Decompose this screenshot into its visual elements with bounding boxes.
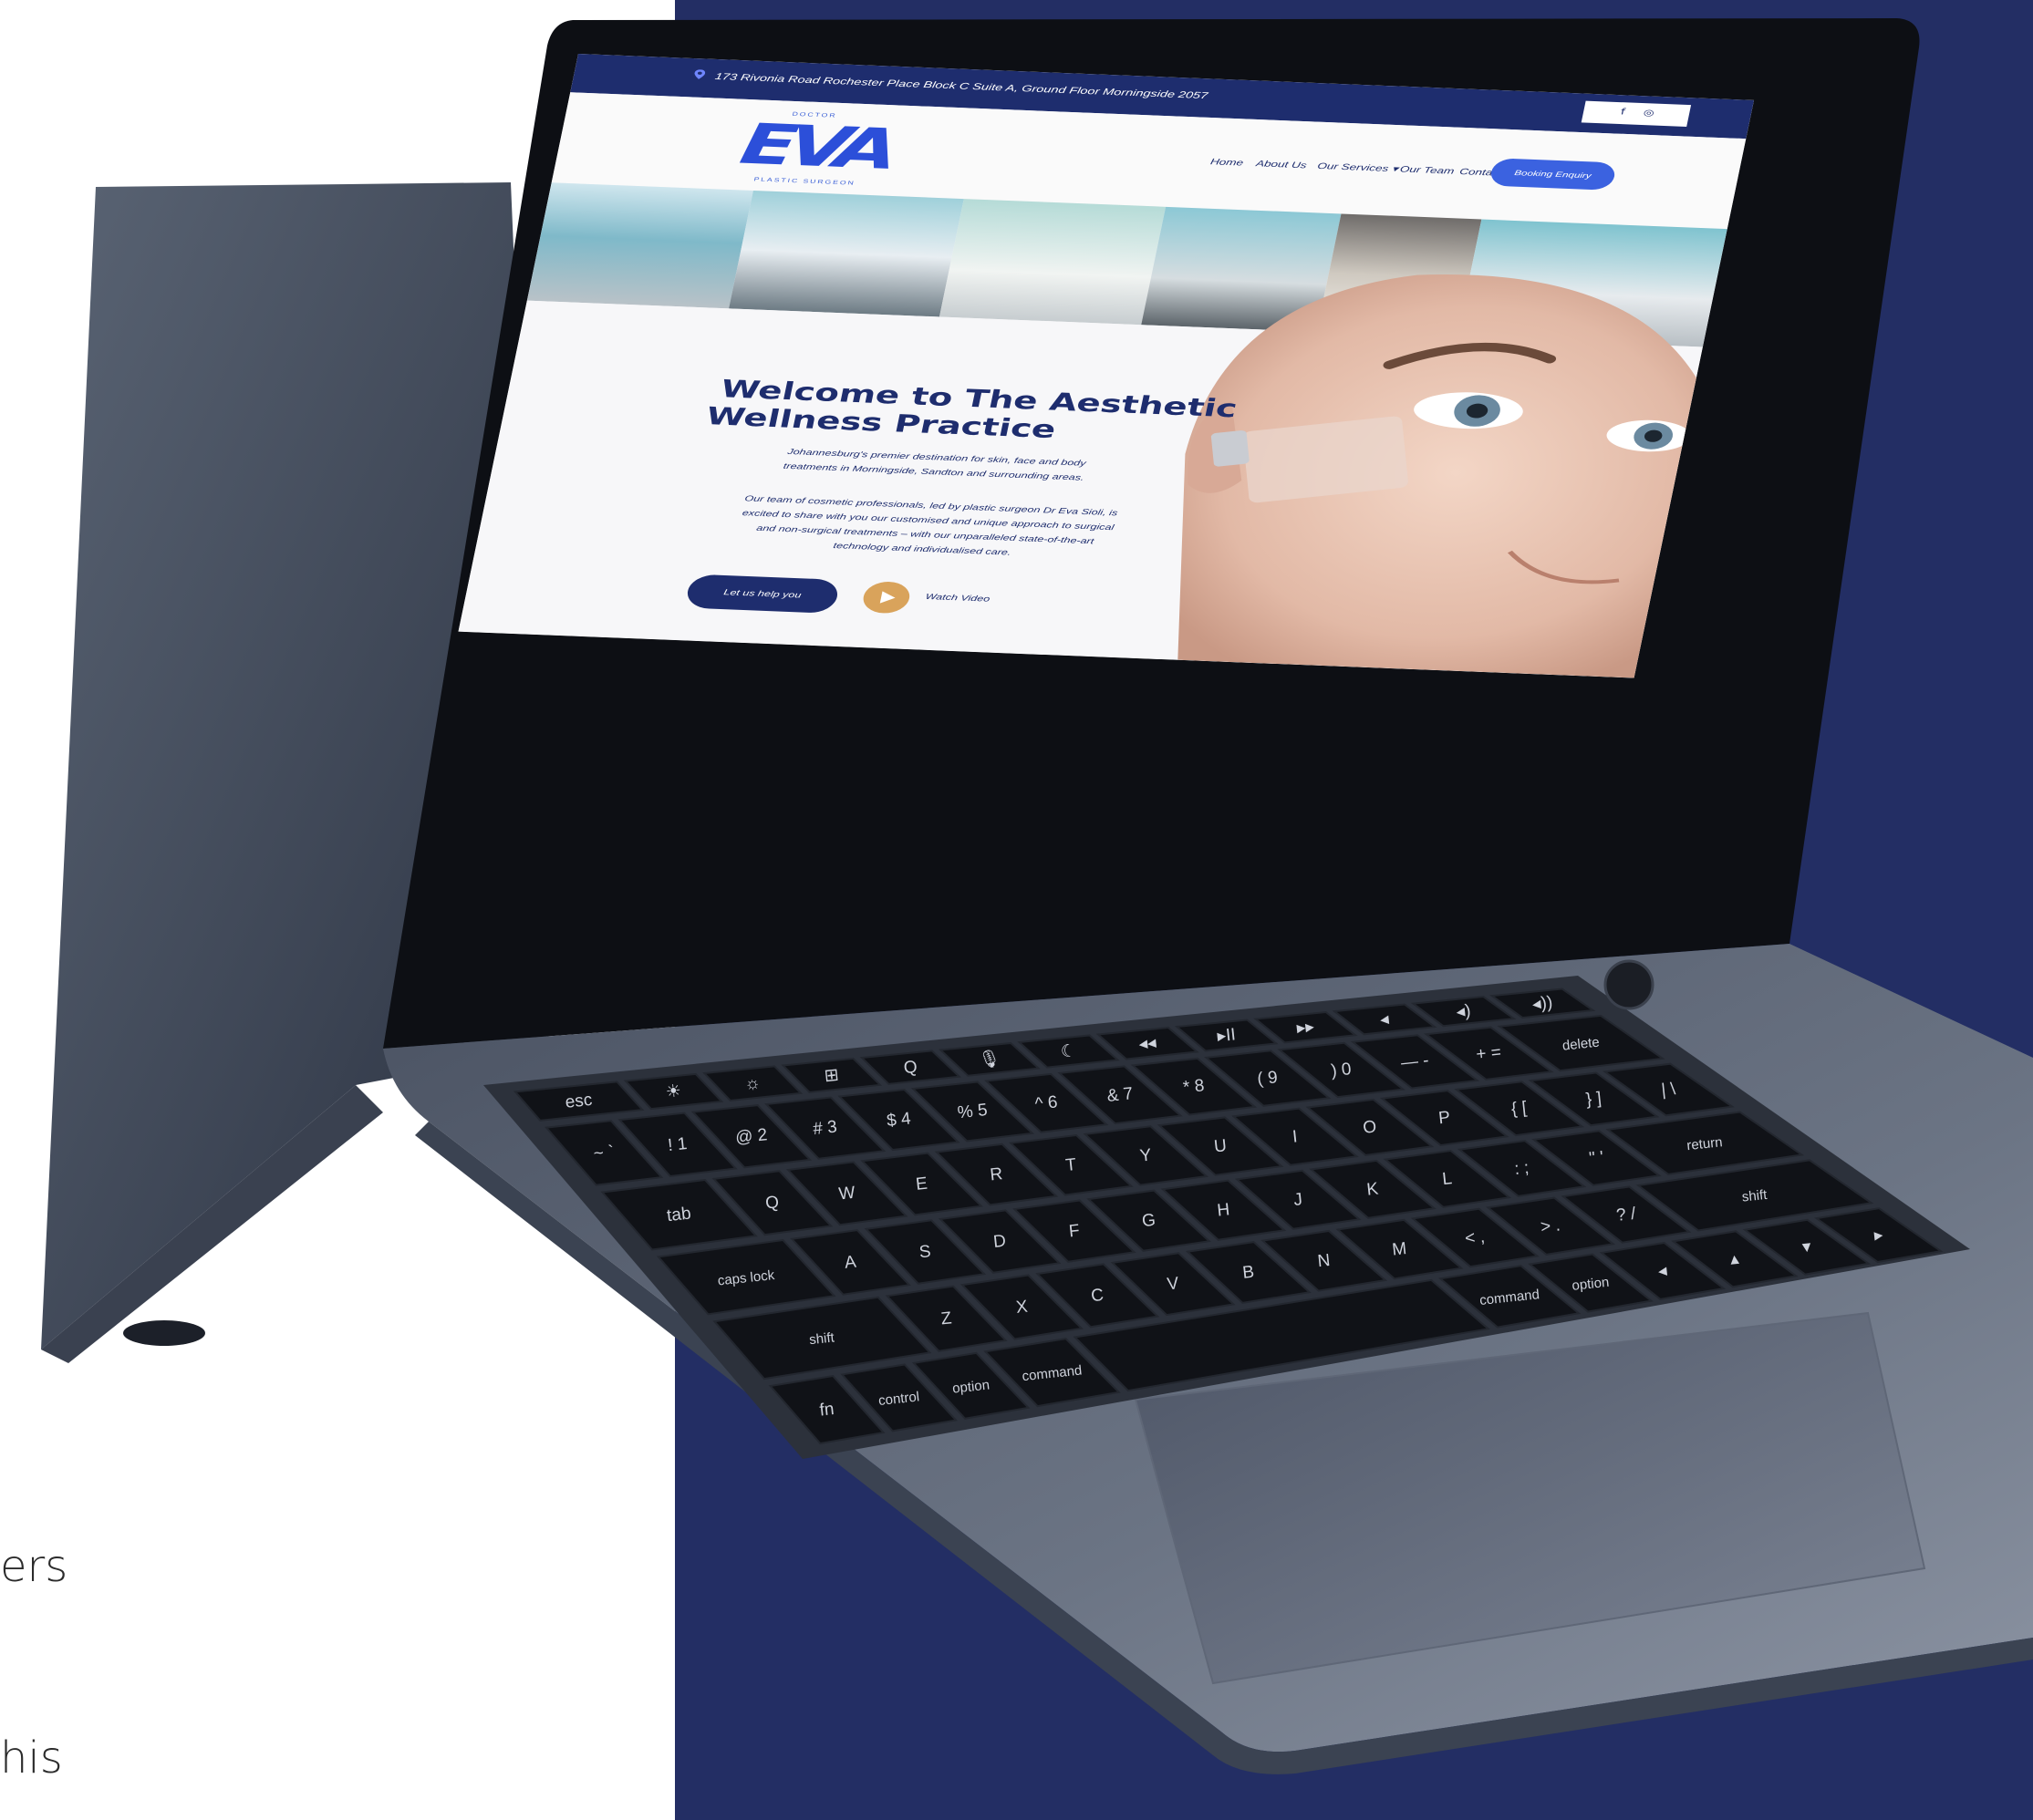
keyboard-key-label: @ 2 [734, 1125, 768, 1148]
keyboard-key-label: A [844, 1253, 857, 1273]
keyboard-key-label: X [1015, 1298, 1029, 1318]
keyboard-key-label: ! 1 [667, 1134, 688, 1155]
hero-section: Welcome to The Aesthetic Wellness Practi… [458, 274, 1709, 678]
keyboard-key-label: Q [903, 1058, 918, 1078]
keyboard-key-label: ) 0 [1330, 1060, 1352, 1081]
touch-id-button [1603, 959, 1654, 1010]
keyboard-key-label: * 8 [1182, 1076, 1205, 1097]
clinic-photo [939, 199, 1167, 326]
keyboard-key-label: # 3 [812, 1118, 837, 1140]
keyboard-key-label: tab [666, 1205, 691, 1226]
keyboard-key-label: ~ ` [593, 1143, 616, 1163]
nav-our-team[interactable]: Our Team [1399, 164, 1456, 176]
keyboard-key-label: % 5 [957, 1101, 989, 1122]
keyboard-key-label: ◂)) [1531, 993, 1553, 1014]
nav-about-us[interactable]: About Us [1255, 159, 1308, 171]
hero-intro-text: Johannesburg's premier destination for s… [783, 446, 1087, 482]
instagram-icon[interactable]: ◎ [1643, 108, 1655, 118]
keyboard-key-label: ( 9 [1256, 1068, 1278, 1089]
hero-description-text: Our team of cosmetic professionals, led … [741, 493, 1119, 557]
clinic-photo [526, 182, 753, 309]
keyboard-key-label: ? / [1615, 1205, 1637, 1225]
play-video-button[interactable] [860, 581, 913, 615]
keyboard-key-label: G [1141, 1211, 1157, 1231]
keyboard-key-label: ▸II [1217, 1025, 1237, 1046]
address-text: 173 Rivonia Road Rochester Place Block C… [713, 71, 1209, 101]
keyboard-key-label: B [1241, 1263, 1255, 1283]
keyboard-key-label: shift [808, 1329, 835, 1348]
keyboard-key-label: shift [1741, 1187, 1769, 1205]
keyboard-key-label: — - [1400, 1051, 1430, 1073]
nav-our-services[interactable]: Our Services ▾ [1316, 160, 1400, 174]
keyboard-key-label: & 7 [1106, 1084, 1135, 1106]
logo-main-text: EVA [735, 111, 897, 182]
keyboard-key-label: ⊞ [824, 1066, 840, 1087]
watch-video-link[interactable]: Watch Video [925, 592, 991, 604]
keyboard-key-label: 🎙 [978, 1049, 1001, 1070]
keyboard-key-label: ◂◂ [1138, 1033, 1158, 1054]
keyboard-key-label: H [1216, 1200, 1230, 1220]
keyboard-key-label: F [1068, 1221, 1081, 1241]
keyboard-key-label: ◂) [1456, 1001, 1472, 1022]
keyboard-key-label: ☀ [665, 1081, 682, 1102]
keyboard-key-label: ☾ [1060, 1041, 1077, 1062]
keyboard-key-label: S [918, 1242, 932, 1262]
keyboard-key-label: R [989, 1164, 1003, 1184]
keyboard-key-label: C [1090, 1286, 1105, 1306]
keyboard-key-label: $ 4 [886, 1109, 912, 1131]
keyboard-key-label: K [1365, 1179, 1379, 1199]
keyboard-key-label: V [1167, 1274, 1180, 1294]
eva-logo[interactable]: DOCTOR EVA PLASTIC SURGEON [729, 109, 897, 187]
let-us-help-button[interactable]: Let us help you [684, 574, 841, 614]
keyboard-key-label: { [ [1510, 1099, 1529, 1120]
keyboard-key-label: + = [1475, 1043, 1502, 1065]
laptop-foot [123, 1320, 205, 1346]
nav-home[interactable]: Home [1209, 157, 1244, 168]
keyboard-key-label: ▸▸ [1296, 1018, 1316, 1039]
play-icon [879, 591, 897, 605]
keyboard-key-label: : ; [1513, 1158, 1530, 1179]
keyboard-key-label: O [1362, 1117, 1377, 1137]
keyboard-key-label: > . [1540, 1215, 1561, 1236]
keyboard-key-label: fn [819, 1400, 835, 1421]
keyboard-key-label: U [1213, 1136, 1228, 1156]
keyboard-key-label: Q [764, 1193, 780, 1213]
location-pin-icon [694, 69, 706, 79]
keyboard-key-label: W [838, 1184, 856, 1205]
keyboard-key-label: P [1437, 1108, 1451, 1128]
facebook-icon[interactable]: f [1620, 107, 1626, 117]
keyboard-key-label: L [1441, 1169, 1453, 1189]
booking-enquiry-button[interactable]: Booking Enquiry [1488, 158, 1618, 191]
keyboard-key-label: ^ 6 [1034, 1092, 1059, 1113]
clinic-photo [729, 190, 964, 317]
keyboard-key-label: D [992, 1232, 1007, 1252]
keyboard-key-label: E [915, 1174, 928, 1194]
keyboard-key-label: < , [1464, 1227, 1486, 1248]
social-links: f ◎ [1581, 100, 1692, 127]
keyboard-key-label: M [1391, 1239, 1407, 1260]
keyboard-key-label: | \ [1660, 1080, 1676, 1101]
keyboard-key-label: Y [1139, 1146, 1153, 1166]
keyboard-key-label: " ' [1588, 1148, 1604, 1169]
keyboard-key-label: ☼ [743, 1073, 762, 1094]
website-screen: 173 Rivonia Road Rochester Place Block C… [458, 54, 1755, 678]
keyboard-key-label: } ] [1585, 1089, 1603, 1110]
keyboard-key-label: esc [565, 1091, 594, 1112]
keyboard-key-label: N [1317, 1251, 1332, 1271]
